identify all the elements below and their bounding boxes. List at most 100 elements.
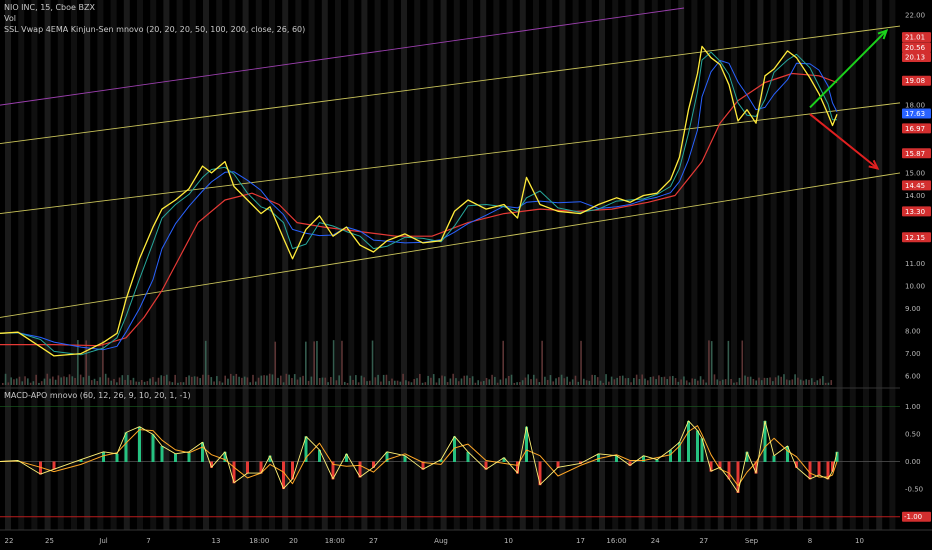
price-tick-label: 14.00 bbox=[905, 192, 925, 200]
volume-bar bbox=[785, 379, 788, 385]
volume-bar bbox=[179, 382, 182, 385]
volume-bar bbox=[254, 381, 257, 385]
volume-bar bbox=[694, 378, 696, 385]
channel-line-2 bbox=[0, 172, 901, 318]
volume-bar bbox=[535, 378, 538, 385]
volume-bar bbox=[466, 375, 468, 385]
volume-bar bbox=[399, 381, 402, 385]
volume-bar bbox=[277, 377, 279, 385]
macd-histogram-bar bbox=[174, 453, 177, 462]
volume-bar bbox=[482, 381, 485, 385]
price-tag-label: 17.63 bbox=[905, 110, 925, 118]
volume-bar bbox=[799, 379, 802, 385]
session-band bbox=[414, 0, 421, 530]
volume-bar bbox=[79, 374, 82, 385]
volume-bar bbox=[635, 374, 638, 385]
time-tick-label: 22 bbox=[5, 537, 14, 545]
volume-bar bbox=[766, 377, 769, 385]
volume-bar bbox=[744, 375, 746, 385]
volume-bar bbox=[794, 374, 796, 385]
volume-bar bbox=[719, 381, 721, 385]
volume-bar bbox=[532, 374, 535, 385]
volume-bar bbox=[446, 382, 449, 385]
volume-bar bbox=[432, 374, 435, 385]
session-band bbox=[717, 0, 724, 530]
volume-bar bbox=[13, 379, 15, 385]
volume-bar bbox=[630, 382, 632, 385]
session-band bbox=[612, 0, 619, 530]
volume-bar bbox=[516, 382, 518, 385]
volume-bar bbox=[229, 373, 232, 385]
session-band bbox=[282, 0, 289, 530]
volume-bar bbox=[388, 381, 391, 385]
volume-bar bbox=[602, 382, 605, 385]
volume-bar bbox=[824, 382, 827, 385]
session-band bbox=[5, 0, 11, 530]
session-band bbox=[255, 0, 262, 530]
volume-bar bbox=[410, 382, 413, 385]
volume-bar bbox=[141, 379, 143, 385]
volume-bar bbox=[633, 378, 635, 385]
price-tick-label: 11.00 bbox=[905, 260, 925, 268]
volume-bar bbox=[641, 374, 643, 385]
volume-bar bbox=[110, 380, 113, 385]
volume-bar bbox=[430, 377, 432, 385]
session-band bbox=[572, 0, 579, 530]
volume-bar bbox=[797, 377, 799, 385]
volume-bar bbox=[555, 378, 557, 385]
volume-bar bbox=[685, 380, 688, 385]
volume-bar bbox=[396, 380, 399, 385]
volume-bar bbox=[368, 380, 371, 385]
volume-bar bbox=[216, 376, 218, 385]
time-tick-label: 8 bbox=[808, 537, 812, 545]
price-tick-label: 15.00 bbox=[905, 169, 925, 177]
volume-bar bbox=[196, 376, 199, 385]
volume-bar bbox=[521, 380, 524, 385]
price-chart[interactable]: 22.00 21.01 20.56 20.13 19.08 18.0017.63 16.97… bbox=[0, 0, 932, 550]
volume-bar bbox=[569, 381, 571, 385]
volume-bar bbox=[121, 375, 124, 385]
volume-bar bbox=[188, 375, 190, 385]
volume-bar bbox=[544, 376, 546, 385]
volume-bar bbox=[538, 382, 541, 385]
volume-bar bbox=[524, 377, 527, 385]
volume-bar bbox=[224, 375, 226, 385]
volume-bar bbox=[460, 378, 463, 385]
session-band bbox=[506, 0, 513, 530]
time-tick-label: 25 bbox=[45, 537, 54, 545]
session-band bbox=[71, 0, 77, 530]
volume-bar bbox=[177, 382, 179, 385]
volume-bar bbox=[349, 375, 352, 385]
volume-bar bbox=[621, 375, 624, 385]
volume-bar bbox=[163, 376, 165, 385]
price-tag-label: 14.45 bbox=[905, 182, 925, 190]
time-tick-label: Aug bbox=[434, 537, 448, 545]
volume-bar bbox=[374, 377, 377, 385]
time-tick-label: 10 bbox=[504, 537, 513, 545]
volume-bar bbox=[338, 375, 340, 385]
volume-bar bbox=[288, 374, 290, 385]
volume-bar bbox=[697, 380, 699, 385]
volume-bar bbox=[355, 375, 357, 385]
session-band bbox=[269, 0, 275, 530]
volume-bar bbox=[4, 373, 7, 385]
volume-bar bbox=[438, 378, 441, 385]
macd-histogram-bar bbox=[138, 426, 141, 462]
session-band bbox=[519, 0, 526, 530]
volume-bar bbox=[574, 375, 577, 385]
volume-bar bbox=[63, 376, 65, 385]
volume-bar bbox=[507, 375, 510, 385]
volume-bar bbox=[772, 381, 774, 385]
volume-bar bbox=[15, 378, 18, 385]
session-band bbox=[876, 0, 883, 530]
volume-bar bbox=[722, 379, 724, 385]
volume-bar bbox=[710, 341, 713, 385]
volume-bar bbox=[341, 340, 343, 385]
session-band bbox=[84, 0, 91, 530]
volume-bar bbox=[52, 376, 54, 385]
volume-bar bbox=[816, 380, 819, 385]
session-band bbox=[863, 0, 869, 530]
volume-bar bbox=[416, 378, 418, 385]
volume-bar bbox=[449, 378, 452, 385]
volume-bar bbox=[527, 374, 530, 385]
